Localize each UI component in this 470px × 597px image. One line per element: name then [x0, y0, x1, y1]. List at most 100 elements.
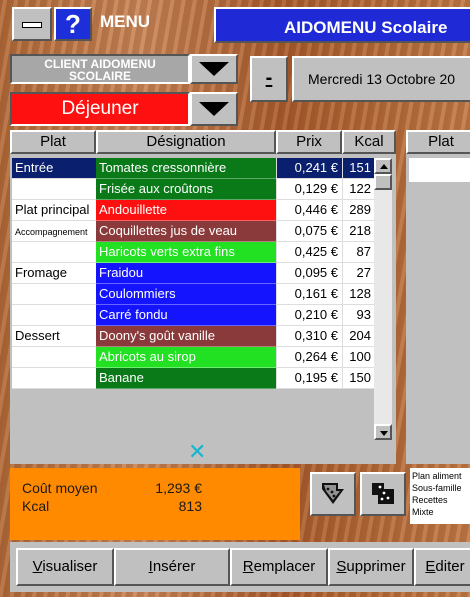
- column-header-plat-right[interactable]: Plat: [406, 130, 470, 154]
- row-category: [12, 242, 96, 263]
- meal-selector[interactable]: Déjeuner: [10, 92, 190, 126]
- summary-panel: Coût moyen 1,293 € Kcal 813: [10, 468, 300, 540]
- row-kcal: 289: [342, 200, 374, 221]
- table-row[interactable]: Plat principal Andouillette 0,446 €289: [12, 200, 374, 221]
- scroll-down-button[interactable]: [374, 424, 392, 440]
- remplacer-label: Remplacer: [242, 558, 316, 575]
- row-prix: 0,210 €: [276, 305, 342, 326]
- menu-table: Entrée Tomates cressonnière 0,241 €151 Fris…: [10, 154, 396, 465]
- previous-day-label: -: [265, 67, 273, 89]
- row-designation[interactable]: Banane: [96, 368, 276, 389]
- row-designation[interactable]: Coquillettes jus de veau: [96, 221, 276, 242]
- row-designation[interactable]: Fraidou: [96, 263, 276, 284]
- table-row[interactable]: Entrée Tomates cressonnière 0,241 €151: [12, 158, 374, 179]
- average-cost-label: Coût moyen: [22, 480, 98, 496]
- help-icon: ?: [65, 9, 81, 39]
- row-designation[interactable]: Abricots au sirop: [96, 347, 276, 368]
- row-prix: 0,129 €: [276, 179, 342, 200]
- import-icon: [372, 483, 394, 504]
- x-logo-icon: ✕: [188, 440, 207, 465]
- row-prix: 0,446 €: [276, 200, 342, 221]
- visualiser-label: Visualiser: [32, 558, 98, 575]
- row-designation[interactable]: Andouillette: [96, 200, 276, 221]
- table-row[interactable]: Carré fondu 0,210 €93: [12, 305, 374, 326]
- average-cost-value: 1,293 €: [155, 480, 202, 496]
- client-dropdown-button[interactable]: [190, 54, 238, 84]
- remplacer-button[interactable]: Remplacer: [230, 548, 328, 586]
- client-selector[interactable]: CLIENT AIDOMENU SCOLAIRE: [10, 54, 190, 84]
- row-prix: 0,310 €: [276, 326, 342, 347]
- arrow-up-icon: [380, 164, 388, 169]
- scroll-thumb[interactable]: [374, 174, 392, 190]
- export-icon: [322, 483, 344, 504]
- menu-label: MENU: [100, 12, 151, 31]
- row-designation[interactable]: Doony's goût vanille: [96, 326, 276, 347]
- meal-dropdown-button[interactable]: [190, 92, 238, 126]
- row-kcal: 151: [342, 158, 374, 179]
- table-row[interactable]: Banane 0,195 €150: [12, 368, 374, 389]
- row-category: [12, 305, 96, 326]
- legend: Plan aliment Sous-famille Recettes Mixte: [410, 468, 470, 524]
- table-row[interactable]: Dessert Doony's goût vanille 0,310 €204: [12, 326, 374, 347]
- row-prix: 0,264 €: [276, 347, 342, 368]
- secondary-list-row[interactable]: [409, 158, 470, 182]
- help-button[interactable]: ?: [54, 7, 92, 41]
- row-designation[interactable]: Haricots verts extra fins: [96, 242, 276, 263]
- table-row[interactable]: Fromage Fraidou 0,095 €27: [12, 263, 374, 284]
- date-display[interactable]: Mercredi 13 Octobre 20: [292, 56, 470, 102]
- supprimer-label: Supprimer: [336, 558, 406, 575]
- row-kcal: 87: [342, 242, 374, 263]
- column-header-prix[interactable]: Prix: [276, 130, 342, 154]
- row-prix: 0,241 €: [276, 158, 342, 179]
- row-category: Fromage: [12, 263, 96, 284]
- total-kcal-value: 813: [178, 498, 202, 514]
- row-prix: 0,161 €: [276, 284, 342, 305]
- row-prix: 0,095 €: [276, 263, 342, 284]
- total-kcal-label: Kcal: [22, 498, 50, 514]
- row-prix: 0,425 €: [276, 242, 342, 263]
- editer-label: Editer: [425, 558, 465, 575]
- triangle-down-icon: [199, 62, 229, 76]
- row-kcal: 27: [342, 263, 374, 284]
- row-kcal: 122: [342, 179, 374, 200]
- editer-button[interactable]: Editer: [414, 548, 470, 586]
- row-designation[interactable]: Frisée aux croûtons: [96, 179, 276, 200]
- column-header-plat[interactable]: Plat: [10, 130, 96, 154]
- legend-item: Plan aliment: [412, 471, 462, 481]
- previous-day-button[interactable]: -: [250, 56, 288, 102]
- average-cost-row: Coût moyen 1,293 €: [22, 480, 202, 496]
- import-button[interactable]: [360, 472, 406, 516]
- scroll-up-button[interactable]: [374, 158, 392, 174]
- row-designation[interactable]: Tomates cressonnière: [96, 158, 276, 179]
- arrow-down-icon: [380, 431, 388, 436]
- column-header-kcal[interactable]: Kcal: [342, 130, 396, 154]
- app-title: AIDOMENU Scolaire: [214, 7, 470, 43]
- export-button[interactable]: [310, 472, 356, 516]
- column-header-designation[interactable]: Désignation: [96, 130, 276, 154]
- table-row[interactable]: Accompagnement Coquillettes jus de veau 0,…: [12, 221, 374, 242]
- visualiser-button[interactable]: Visualiser: [16, 548, 114, 586]
- legend-item: Sous-famille: [412, 483, 462, 493]
- row-kcal: 218: [342, 221, 374, 242]
- inserer-label: Insérer: [148, 558, 196, 575]
- legend-item: Recettes: [412, 495, 448, 505]
- table-row[interactable]: Coulommiers 0,161 €128: [12, 284, 374, 305]
- inserer-button[interactable]: Insérer: [114, 548, 230, 586]
- row-kcal: 93: [342, 305, 374, 326]
- row-designation[interactable]: Coulommiers: [96, 284, 276, 305]
- row-category: Plat principal: [12, 200, 96, 221]
- row-category: [12, 347, 96, 368]
- row-category: Entrée: [12, 158, 96, 179]
- table-row[interactable]: Abricots au sirop 0,264 €100: [12, 347, 374, 368]
- table-row[interactable]: Haricots verts extra fins 0,425 €87: [12, 242, 374, 263]
- row-category: [12, 179, 96, 200]
- row-kcal: 204: [342, 326, 374, 347]
- secondary-list: [406, 154, 470, 464]
- row-designation[interactable]: Carré fondu: [96, 305, 276, 326]
- table-row[interactable]: Frisée aux croûtons 0,129 €122: [12, 179, 374, 200]
- scrollbar[interactable]: [374, 158, 392, 440]
- supprimer-button[interactable]: Supprimer: [328, 548, 414, 586]
- minimize-icon: [22, 22, 42, 28]
- legend-item: Mixte: [412, 507, 434, 517]
- minimize-button[interactable]: [12, 7, 52, 41]
